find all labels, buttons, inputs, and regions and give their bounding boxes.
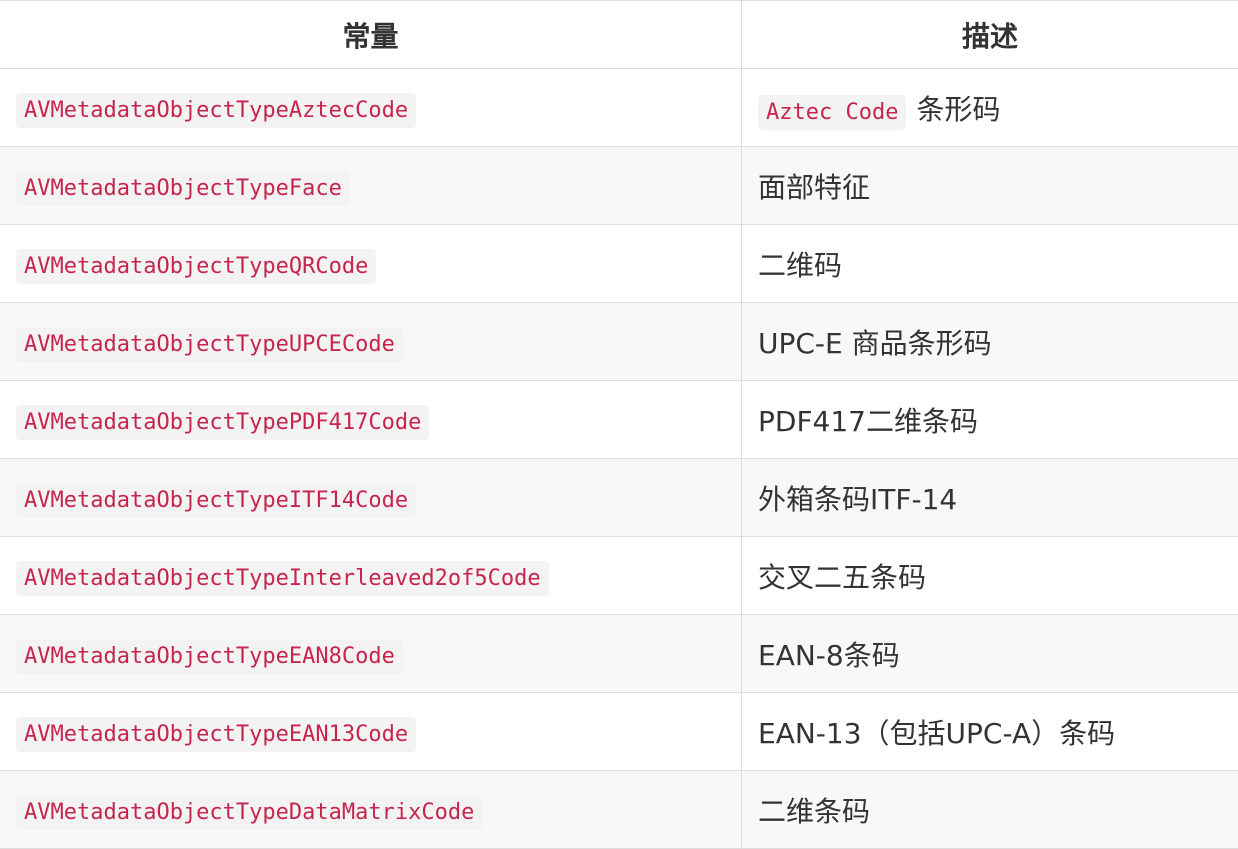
description-cell: UPC-E 商品条形码 bbox=[742, 303, 1238, 381]
table-row: AVMetadataObjectTypeAztecCode Aztec Code… bbox=[0, 69, 1238, 147]
description-cell: EAN-13（包括UPC-A）条码 bbox=[742, 693, 1238, 771]
constant-code: AVMetadataObjectTypeDataMatrixCode bbox=[16, 795, 482, 830]
constant-cell: AVMetadataObjectTypeFace bbox=[0, 147, 742, 225]
table-row: AVMetadataObjectTypeEAN8Code EAN-8条码 bbox=[0, 615, 1238, 693]
description-cell: PDF417二维条码 bbox=[742, 381, 1238, 459]
constant-cell: AVMetadataObjectTypeAztecCode bbox=[0, 69, 742, 147]
description-cell: EAN-8条码 bbox=[742, 615, 1238, 693]
description-text: UPC-E 商品条形码 bbox=[758, 327, 992, 360]
constant-code: AVMetadataObjectTypeFace bbox=[16, 171, 350, 206]
table-header-row: 常量 描述 bbox=[0, 1, 1238, 69]
description-text: 二维条码 bbox=[758, 795, 870, 828]
constant-code: AVMetadataObjectTypePDF417Code bbox=[16, 405, 429, 440]
constant-code: AVMetadataObjectTypeInterleaved2of5Code bbox=[16, 561, 549, 596]
table-row: AVMetadataObjectTypePDF417Code PDF417二维条… bbox=[0, 381, 1238, 459]
description-cell: Aztec Code 条形码 bbox=[742, 69, 1238, 147]
header-description: 描述 bbox=[742, 1, 1238, 69]
description-text: 交叉二五条码 bbox=[758, 561, 926, 594]
constant-cell: AVMetadataObjectTypeUPCECode bbox=[0, 303, 742, 381]
description-text: 条形码 bbox=[916, 93, 1000, 126]
description-cell: 面部特征 bbox=[742, 147, 1238, 225]
constant-code: AVMetadataObjectTypeEAN8Code bbox=[16, 639, 403, 674]
description-text: EAN-8条码 bbox=[758, 639, 900, 672]
table-row: AVMetadataObjectTypeInterleaved2of5Code … bbox=[0, 537, 1238, 615]
constant-code: AVMetadataObjectTypeAztecCode bbox=[16, 93, 416, 128]
description-text: 面部特征 bbox=[758, 171, 870, 204]
description-cell: 交叉二五条码 bbox=[742, 537, 1238, 615]
description-cell: 二维条码 bbox=[742, 771, 1238, 849]
constant-cell: AVMetadataObjectTypeITF14Code bbox=[0, 459, 742, 537]
header-constant: 常量 bbox=[0, 1, 742, 69]
description-code: Aztec Code bbox=[758, 95, 906, 130]
description-text: 外箱条码ITF-14 bbox=[758, 483, 957, 516]
table-row: AVMetadataObjectTypeEAN13Code EAN-13（包括U… bbox=[0, 693, 1238, 771]
table-row: AVMetadataObjectTypeQRCode 二维码 bbox=[0, 225, 1238, 303]
constant-code: AVMetadataObjectTypeQRCode bbox=[16, 249, 376, 284]
constant-cell: AVMetadataObjectTypeEAN8Code bbox=[0, 615, 742, 693]
description-text: EAN-13（包括UPC-A）条码 bbox=[758, 717, 1115, 750]
table-row: AVMetadataObjectTypeFace 面部特征 bbox=[0, 147, 1238, 225]
table-row: AVMetadataObjectTypeUPCECode UPC-E 商品条形码 bbox=[0, 303, 1238, 381]
constant-code: AVMetadataObjectTypeITF14Code bbox=[16, 483, 416, 518]
table-row: AVMetadataObjectTypeDataMatrixCode 二维条码 bbox=[0, 771, 1238, 849]
description-cell: 二维码 bbox=[742, 225, 1238, 303]
constant-cell: AVMetadataObjectTypeInterleaved2of5Code bbox=[0, 537, 742, 615]
constants-table: 常量 描述 AVMetadataObjectTypeAztecCode Azte… bbox=[0, 0, 1238, 849]
constant-cell: AVMetadataObjectTypePDF417Code bbox=[0, 381, 742, 459]
constant-code: AVMetadataObjectTypeUPCECode bbox=[16, 327, 403, 362]
constant-code: AVMetadataObjectTypeEAN13Code bbox=[16, 717, 416, 752]
table-row: AVMetadataObjectTypeITF14Code 外箱条码ITF-14 bbox=[0, 459, 1238, 537]
constant-cell: AVMetadataObjectTypeEAN13Code bbox=[0, 693, 742, 771]
description-cell: 外箱条码ITF-14 bbox=[742, 459, 1238, 537]
constant-cell: AVMetadataObjectTypeDataMatrixCode bbox=[0, 771, 742, 849]
constant-cell: AVMetadataObjectTypeQRCode bbox=[0, 225, 742, 303]
description-text: PDF417二维条码 bbox=[758, 405, 978, 438]
description-text: 二维码 bbox=[758, 249, 842, 282]
